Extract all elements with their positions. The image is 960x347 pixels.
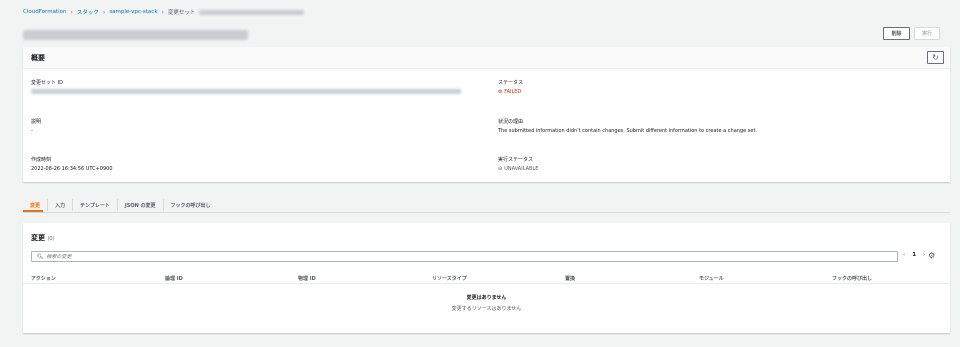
status-field: ステータス ⊗ FAILED xyxy=(498,79,523,95)
tab-hook-invocations[interactable]: フックの呼び出し xyxy=(164,199,218,211)
redacted-text xyxy=(199,9,305,15)
change-set-id-field: 変更セット ID xyxy=(31,79,461,96)
overview-title: 概要 xyxy=(31,54,45,62)
page-number[interactable]: 1 xyxy=(912,252,916,258)
search-icon: 🔍︎ xyxy=(37,253,44,260)
description-field: 説明 - xyxy=(31,118,41,134)
exec-status-value: UNAVAILABLE xyxy=(504,166,539,172)
change-set-id-value xyxy=(31,89,461,94)
description-value: - xyxy=(31,128,33,134)
reason-field: 状況の理由 The submitted information didn't c… xyxy=(498,118,757,134)
status-label: ステータス xyxy=(498,80,524,86)
refresh-icon: ↻ xyxy=(932,53,939,62)
breadcrumb-stack-name[interactable]: sample-vpc-stack xyxy=(109,9,157,15)
gear-icon[interactable]: ⚙ xyxy=(928,251,935,260)
column-resource-type[interactable]: リソースタイプ xyxy=(432,275,467,282)
exec-status-badge: ⊖ UNAVAILABLE xyxy=(498,166,538,172)
breadcrumb: CloudFormation › スタック › sample-vpc-stack… xyxy=(23,7,305,17)
created-label: 作成時刻 xyxy=(31,157,52,163)
tab-bar: 変更 入力 テンプレート JSON の変更 フックの呼び出し xyxy=(23,199,218,211)
delete-button[interactable]: 削除 xyxy=(883,27,910,40)
empty-subtitle: 変更するリソースはありません xyxy=(451,306,522,312)
column-logical-id[interactable]: 論理 ID xyxy=(165,275,183,282)
chevron-right-icon: › xyxy=(70,8,73,16)
refresh-button[interactable]: ↻ xyxy=(927,51,944,64)
changes-count: (0) xyxy=(47,236,55,242)
changes-title: 変更 (0) xyxy=(31,233,55,243)
created-field: 作成時刻 2022-08-26 16:34:56 UTC+0900 xyxy=(31,156,113,172)
breadcrumb-stacks[interactable]: スタック xyxy=(77,8,99,16)
column-action[interactable]: アクション xyxy=(31,275,56,282)
status-badge: ⊗ FAILED xyxy=(498,89,523,95)
exec-status-label: 実行ステータス xyxy=(498,157,534,163)
search-field[interactable]: 🔍︎ xyxy=(31,251,898,262)
column-hook-invocations[interactable]: フックの呼び出し xyxy=(832,275,872,282)
empty-title: 変更はありません xyxy=(466,295,507,301)
reason-value: The submitted information didn't contain… xyxy=(498,128,758,134)
pagination: ‹ 1 › xyxy=(903,252,925,258)
column-physical-id[interactable]: 物理 ID xyxy=(298,275,316,282)
change-set-id-label: 変更セット ID xyxy=(31,80,63,86)
prev-page-icon[interactable]: ‹ xyxy=(903,252,905,258)
execute-button[interactable]: 実行 xyxy=(914,27,940,40)
created-value: 2022-08-26 16:34:56 UTC+0900 xyxy=(31,166,113,172)
overview-panel: 概要 ↻ 変更セット ID 説明 - 作成時刻 2022-08-26 16:34… xyxy=(23,47,950,182)
chevron-right-icon: › xyxy=(161,8,164,16)
page-title xyxy=(23,30,248,40)
unavailable-icon: ⊖ xyxy=(498,166,503,172)
changes-panel: 変更 (0) 🔍︎ ‹ 1 › ⚙ アクション 論理 ID 物理 ID リソース… xyxy=(23,223,950,333)
changes-title-text: 変更 xyxy=(31,234,45,242)
column-module[interactable]: モジュール xyxy=(699,275,724,282)
status-value: FAILED xyxy=(504,89,522,95)
search-input[interactable] xyxy=(46,253,247,260)
chevron-right-icon: › xyxy=(102,8,106,16)
description-label: 説明 xyxy=(31,119,42,125)
breadcrumb-cloudformation[interactable]: CloudFormation xyxy=(23,9,66,15)
column-replacement[interactable]: 置換 xyxy=(565,275,575,282)
error-icon: ⊗ xyxy=(498,89,503,95)
tab-divider xyxy=(23,212,950,213)
tab-json-changes[interactable]: JSON の変更 xyxy=(118,199,164,211)
tab-inputs[interactable]: 入力 xyxy=(48,199,74,211)
reason-label: 状況の理由 xyxy=(498,119,524,125)
tab-template[interactable]: テンプレート xyxy=(73,199,118,211)
breadcrumb-current: 変更セット xyxy=(167,10,196,16)
table-header: アクション 論理 ID 物理 ID リソースタイプ 置換 モジュール フックの呼… xyxy=(23,272,950,284)
empty-state: 変更はありません 変更するリソースはありません xyxy=(23,294,950,312)
exec-status-field: 実行ステータス ⊖ UNAVAILABLE xyxy=(498,156,538,172)
next-page-icon[interactable]: › xyxy=(923,252,925,258)
overview-header: 概要 ↻ xyxy=(23,47,950,69)
